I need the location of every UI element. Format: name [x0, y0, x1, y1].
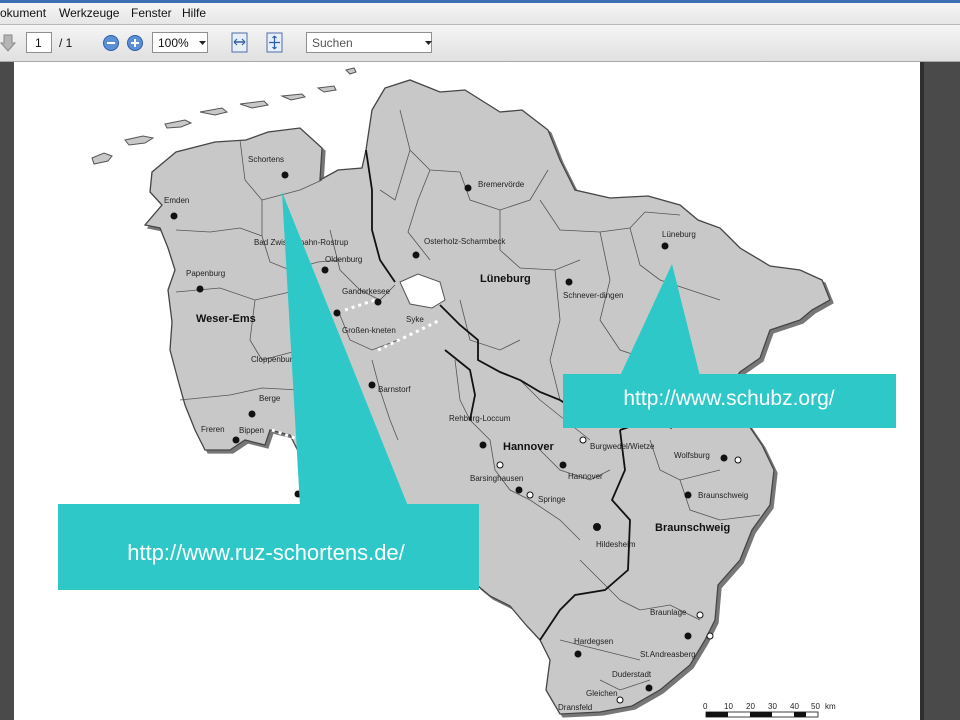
city-label-syke: Syke: [406, 315, 424, 324]
city-dot-oldenburg: [321, 266, 329, 274]
city-dot-ganderkesee: [374, 298, 382, 306]
city-label-schneverdingen: Schnever-dingen: [563, 291, 623, 300]
city-label-hannover: Hannover: [568, 472, 603, 481]
region-label-lueneburg: Lüneburg: [480, 273, 531, 285]
city-dot-standreasberg: [684, 632, 692, 640]
city-ring-standreasberg: [706, 632, 714, 640]
scale-tick-50: 50: [811, 702, 820, 711]
scale-tick-30: 30: [768, 702, 777, 711]
city-label-hildesheim: Hildesheim: [596, 540, 636, 549]
city-label-rehburg: Rehburg-Loccum: [449, 414, 511, 423]
city-label-oldenburg: Oldenburg: [325, 255, 362, 264]
city-label-lueneburg: Lüneburg: [662, 230, 696, 239]
city-dot-lueneburg: [661, 242, 669, 250]
city-label-braunlage: Braunlage: [650, 608, 687, 617]
city-dot-bippen: [248, 410, 256, 418]
city-label-hardegsen: Hardegsen: [574, 637, 613, 646]
city-dot-barnstorf: [368, 381, 376, 389]
lower-saxony-map: Weser-Ems Lüneburg Hannover Braunschweig…: [58, 67, 896, 718]
city-ring-burgwedel: [579, 436, 587, 444]
callout-schubz-link[interactable]: http://www.schubz.org/: [623, 387, 834, 410]
city-dot-rehburg: [479, 441, 487, 449]
city-label-barsinghausen: Barsinghausen: [470, 474, 523, 483]
city-dot-schneverdingen: [565, 278, 573, 286]
city-dot-hannover: [559, 461, 567, 469]
city-label-burgwedel: Burgwedel/Wietze: [590, 442, 655, 451]
city-label-standreasberg: St.Andreasberg: [640, 650, 696, 659]
scale-tick-0: 0: [703, 702, 708, 711]
city-dot-barsinghausen: [515, 486, 523, 494]
city-dot-duderstadt: [645, 684, 653, 692]
city-dot-bremervoerde: [464, 184, 472, 192]
city-dot-freren: [232, 436, 240, 444]
city-ring-braunlage: [696, 611, 704, 619]
city-label-ganderkesee: Ganderkesee: [342, 287, 391, 296]
city-label-schortens: Schortens: [248, 155, 284, 164]
city-dot-braunschweig: [684, 491, 692, 499]
city-label-braunschweig: Braunschweig: [698, 491, 748, 500]
region-label-hannover: Hannover: [503, 441, 554, 453]
city-label-berge: Berge: [259, 394, 281, 403]
city-ring-barsinghausen: [496, 461, 504, 469]
city-dot-emden: [170, 212, 178, 220]
region-label-weser-ems: Weser-Ems: [196, 313, 256, 325]
city-label-osterholz: Osterholz-Scharmbeck: [424, 237, 506, 246]
scale-unit: km: [825, 702, 836, 711]
scale-tick-10: 10: [724, 702, 733, 711]
city-label-springe: Springe: [538, 495, 566, 504]
city-label-barnstorf: Barnstorf: [378, 385, 411, 394]
city-label-gleichen: Gleichen: [586, 689, 618, 698]
city-dot-osterholz: [412, 251, 420, 259]
city-label-bremervoerde: Bremervörde: [478, 180, 525, 189]
region-label-braunschweig: Braunschweig: [655, 522, 730, 534]
city-dot-hardegsen: [574, 650, 582, 658]
city-ring-wolfsburg: [734, 456, 742, 464]
scale-tick-40: 40: [790, 702, 799, 711]
city-dot-grossenkneten: [333, 309, 341, 317]
city-label-dransfeld: Dransfeld: [558, 703, 592, 712]
city-dot-wolfsburg: [720, 454, 728, 462]
city-label-papenburg: Papenburg: [186, 269, 225, 278]
city-label-freren: Freren: [201, 425, 225, 434]
city-dot-hildesheim: [593, 523, 601, 531]
city-label-wolfsburg: Wolfsburg: [674, 451, 710, 460]
city-label-bippen: Bippen: [239, 426, 264, 435]
city-label-grossenkneten: Großen-kneten: [342, 326, 396, 335]
city-dot-papenburg: [196, 285, 204, 293]
city-ring-gleichen: [616, 696, 624, 704]
scale-tick-20: 20: [746, 702, 755, 711]
city-dot-schortens: [281, 171, 289, 179]
city-label-duderstadt: Duderstadt: [612, 670, 652, 679]
city-ring-springe: [526, 491, 534, 499]
callout-ruz-link[interactable]: http://www.ruz-schortens.de/: [127, 540, 405, 565]
city-label-emden: Emden: [164, 196, 189, 205]
scale-bar: 0 10 20 30 40 50 km: [703, 702, 836, 718]
